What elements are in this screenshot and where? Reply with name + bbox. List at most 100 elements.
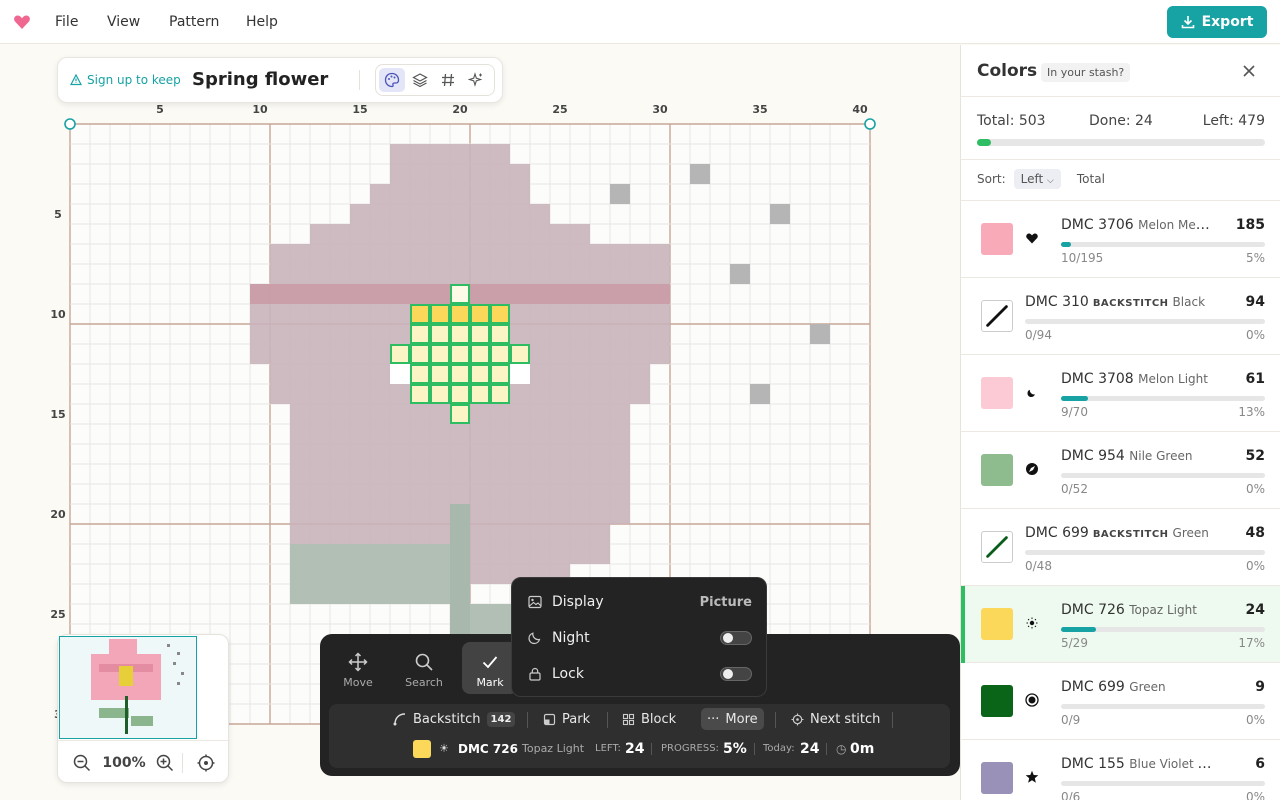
done-count: Done: 24 [1089, 113, 1153, 129]
center-stitch[interactable] [450, 324, 470, 344]
center-stitch[interactable] [410, 324, 430, 344]
scattered-stitch[interactable] [750, 384, 770, 404]
pattern-title[interactable]: Spring flower [192, 58, 328, 102]
center-stitch[interactable] [470, 364, 490, 384]
current-color-swatch[interactable] [413, 740, 431, 758]
center-stitch-done[interactable] [490, 304, 510, 324]
color-row[interactable]: DMC 954 Nile Green 52 0/52 0% [961, 432, 1280, 509]
petal-stitch-row[interactable] [290, 424, 630, 444]
center-stitch[interactable] [410, 344, 430, 364]
center-stitch-done[interactable] [450, 304, 470, 324]
display-option[interactable]: Display Picture [528, 589, 752, 615]
lock-option[interactable]: Lock [528, 661, 752, 687]
center-stitch[interactable] [450, 404, 470, 424]
move-tool-button[interactable]: Move [330, 642, 386, 694]
divider [607, 712, 608, 728]
petal-stitch-row[interactable] [350, 204, 550, 224]
layers-tool-button[interactable] [407, 68, 433, 92]
export-button[interactable]: Export [1167, 6, 1267, 38]
color-row[interactable]: DMC 726 Topaz Light 24 5/29 17% [961, 586, 1280, 663]
backstitch-badge: BACKSTITCH [1092, 298, 1169, 309]
selection-handle-left[interactable] [64, 118, 76, 130]
center-stitch[interactable] [490, 384, 510, 404]
color-row[interactable]: DMC 699 Green 9 0/9 0% [961, 663, 1280, 740]
menu-file[interactable]: File [55, 0, 78, 44]
scattered-stitch[interactable] [730, 264, 750, 284]
sort-left-button[interactable]: Left ⌵ [1013, 169, 1061, 189]
zoom-out-icon[interactable] [72, 753, 92, 773]
center-stitch-done[interactable] [470, 304, 490, 324]
display-value[interactable]: Picture [700, 595, 752, 610]
scattered-stitch[interactable] [690, 164, 710, 184]
stash-button[interactable]: In your stash? [1041, 63, 1131, 82]
more-button[interactable]: ··· More [701, 708, 764, 730]
close-icon[interactable] [1241, 63, 1257, 79]
petal-stitch-row[interactable] [390, 144, 510, 164]
center-stitch[interactable] [430, 344, 450, 364]
color-row[interactable]: DMC 699 BACKSTITCH Green 48 0/48 0% [961, 509, 1280, 586]
night-option[interactable]: Night [528, 625, 752, 651]
more-label: More [725, 711, 758, 727]
selection-handle-right[interactable] [864, 118, 876, 130]
center-stitch[interactable] [430, 364, 450, 384]
center-stitch[interactable] [490, 344, 510, 364]
menu-help[interactable]: Help [246, 0, 278, 44]
center-stitch[interactable] [430, 324, 450, 344]
petal-stitch-row[interactable] [310, 224, 590, 244]
block-button[interactable]: Block [616, 708, 682, 730]
petal-stitch-row[interactable] [270, 244, 670, 264]
grid-tool-button[interactable] [435, 68, 461, 92]
signup-link[interactable]: Sign up to keep [70, 58, 181, 102]
color-row[interactable]: DMC 310 BACKSTITCH Black 94 0/94 0% [961, 278, 1280, 355]
minimap-preview[interactable] [59, 636, 197, 739]
center-stitch[interactable] [510, 344, 530, 364]
scattered-stitch[interactable] [610, 184, 630, 204]
center-stitch[interactable] [470, 324, 490, 344]
sparkle-tool-button[interactable] [463, 68, 489, 92]
center-stitch[interactable] [450, 364, 470, 384]
petal-stitch-row[interactable] [390, 164, 530, 184]
color-row[interactable]: DMC 3706 Melon Medium 185 10/195 5% [961, 201, 1280, 278]
next-stitch-button[interactable]: Next stitch [785, 708, 886, 730]
center-stitch[interactable] [390, 344, 410, 364]
petal-stitch-row[interactable] [290, 444, 630, 464]
park-button[interactable]: Park [537, 708, 596, 730]
search-tool-button[interactable]: Search [396, 642, 452, 694]
center-stitch[interactable] [430, 384, 450, 404]
mark-tool-button[interactable]: Mark [462, 642, 518, 694]
center-stitch-done[interactable] [430, 304, 450, 324]
palette-icon [384, 72, 400, 88]
empty-cell[interactable] [390, 364, 410, 384]
center-stitch[interactable] [410, 384, 430, 404]
color-row[interactable]: DMC 3708 Melon Light 61 9/70 13% [961, 355, 1280, 432]
center-stitch[interactable] [410, 364, 430, 384]
empty-cell[interactable] [510, 364, 530, 384]
night-toggle[interactable] [720, 631, 752, 645]
center-stitch[interactable] [450, 384, 470, 404]
status-row: ☀ DMC 726 Topaz Light LEFT: 24 PROGRESS:… [329, 738, 950, 760]
menu-pattern[interactable]: Pattern [169, 0, 219, 44]
petal-stitch-row[interactable] [270, 264, 670, 284]
color-row[interactable]: DMC 155 Blue Violet Medi… 6 0/6 0% [961, 740, 1280, 800]
sort-total-button[interactable]: Total [1077, 172, 1105, 186]
center-stitch[interactable] [450, 344, 470, 364]
palette-tool-button[interactable] [379, 68, 405, 92]
backstitch-button[interactable]: Backstitch 142 [387, 708, 521, 730]
leaf-stitches[interactable] [290, 544, 450, 604]
center-stitch[interactable] [490, 364, 510, 384]
petal-stitch-row[interactable] [290, 464, 630, 484]
center-stitch[interactable] [450, 284, 470, 304]
menu-view[interactable]: View [107, 0, 140, 44]
petal-stitch-row[interactable] [370, 184, 530, 204]
heart-logo-icon[interactable] [12, 12, 32, 32]
scattered-stitch[interactable] [810, 324, 830, 344]
center-stitch[interactable] [470, 344, 490, 364]
center-stitch[interactable] [470, 384, 490, 404]
recenter-icon[interactable] [196, 753, 216, 773]
scattered-stitch[interactable] [770, 204, 790, 224]
center-stitch-done[interactable] [410, 304, 430, 324]
lock-toggle[interactable] [720, 667, 752, 681]
petal-stitch-row[interactable] [290, 484, 630, 504]
center-stitch[interactable] [490, 324, 510, 344]
zoom-in-icon[interactable] [155, 753, 175, 773]
